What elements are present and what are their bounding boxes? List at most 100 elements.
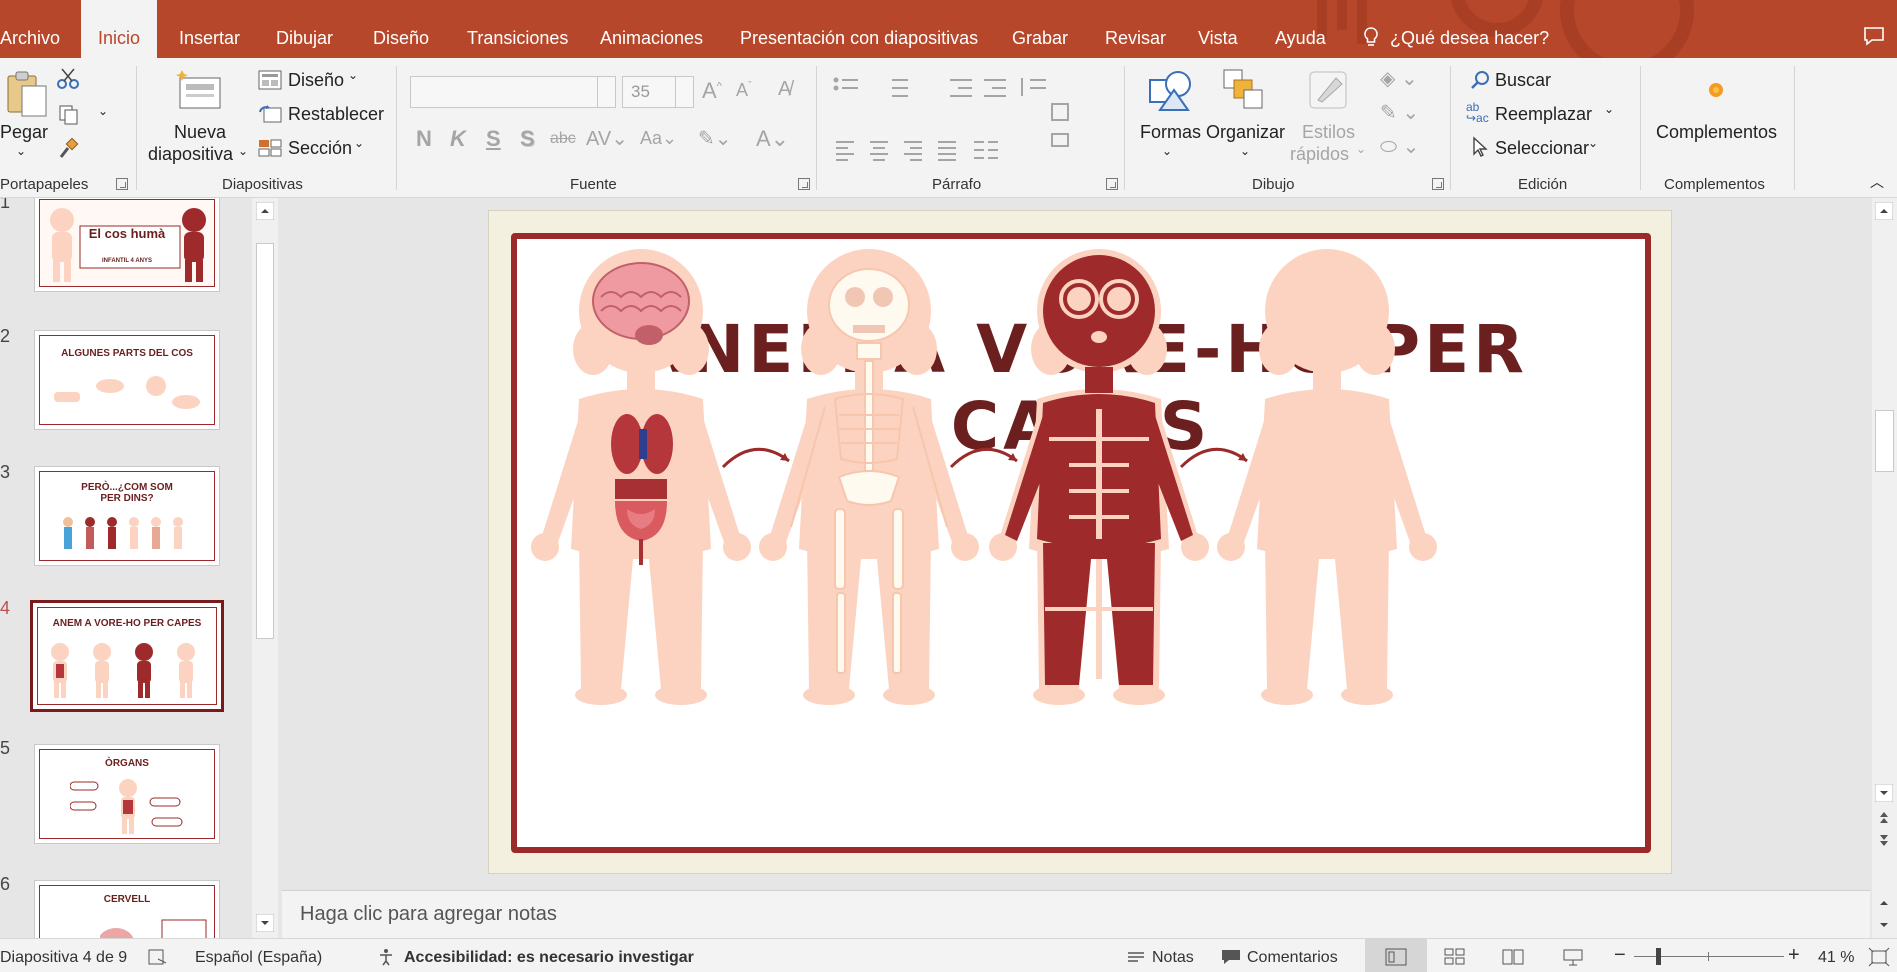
quick-styles-icon[interactable] bbox=[1306, 68, 1352, 114]
shape-effects-icon[interactable]: ⬭ ⌄ bbox=[1380, 134, 1419, 159]
thumbnail-slide-1[interactable]: El cos humà INFANTIL 4 ANYS bbox=[34, 198, 220, 292]
scroll-down-icon[interactable] bbox=[1875, 784, 1893, 802]
comment-icon[interactable] bbox=[1220, 948, 1242, 966]
select-cursor-icon[interactable] bbox=[1470, 136, 1490, 158]
thumbnails-scroll-thumb[interactable] bbox=[256, 243, 274, 639]
spelling-check-icon[interactable] bbox=[148, 949, 168, 965]
zoom-slider-handle[interactable] bbox=[1656, 948, 1661, 965]
section-button[interactable]: Sección bbox=[288, 138, 352, 159]
clear-format-icon[interactable]: A̸ bbox=[778, 78, 791, 101]
tab-archivo[interactable]: Archivo bbox=[0, 0, 66, 58]
paragraph-controls-icon[interactable] bbox=[832, 74, 1082, 174]
copy-icon[interactable] bbox=[58, 104, 80, 126]
addins-button[interactable]: Complementos bbox=[1656, 122, 1777, 143]
arrange-chevron-icon[interactable]: ⌄ bbox=[1240, 144, 1250, 158]
quick-styles-label-2[interactable]: rápidos bbox=[1290, 144, 1349, 165]
slide-scroll-thumb[interactable] bbox=[1875, 410, 1894, 472]
slide-canvas[interactable]: ANEM A VORE-HO PER CAPES bbox=[488, 210, 1672, 874]
notes-scroll-up-icon[interactable] bbox=[1875, 894, 1893, 912]
tab-animaciones[interactable]: Animaciones bbox=[600, 0, 703, 58]
zoom-level[interactable]: 41 % bbox=[1818, 949, 1854, 967]
collapse-ribbon-icon[interactable]: ︿ bbox=[1870, 172, 1884, 192]
scroll-up-icon[interactable] bbox=[256, 202, 274, 220]
search-icon[interactable] bbox=[1470, 70, 1490, 90]
quick-styles-chevron-icon[interactable]: ⌄ bbox=[1356, 142, 1366, 156]
tab-ayuda[interactable]: Ayuda bbox=[1275, 0, 1326, 58]
change-case-icon[interactable]: Aa⌄ bbox=[640, 128, 677, 149]
italic-button[interactable]: K bbox=[450, 126, 466, 152]
notes-icon[interactable] bbox=[1126, 949, 1146, 965]
shapes-icon[interactable] bbox=[1148, 68, 1194, 112]
thumbnail-slide-4[interactable]: ANEM A VORE-HO PER CAPES bbox=[30, 600, 224, 712]
addins-icon[interactable] bbox=[1706, 80, 1726, 100]
paste-icon[interactable] bbox=[4, 68, 50, 118]
tab-grabar[interactable]: Grabar bbox=[1012, 0, 1068, 58]
select-chevron-icon[interactable]: ⌄ bbox=[1588, 136, 1598, 150]
thumbnail-slide-6[interactable]: CERVELL bbox=[34, 880, 220, 938]
new-slide-label-1[interactable]: Nueva bbox=[174, 122, 226, 143]
font-dialog-launcher[interactable] bbox=[798, 178, 810, 190]
select-button[interactable]: Seleccionar bbox=[1495, 138, 1589, 159]
quick-styles-label-1[interactable]: Estilos bbox=[1302, 122, 1355, 143]
new-slide-icon[interactable] bbox=[174, 68, 224, 112]
tab-vista[interactable]: Vista bbox=[1198, 0, 1238, 58]
layout-chevron-icon[interactable]: ⌄ bbox=[348, 68, 358, 82]
notes-placeholder[interactable]: Haga clic para agregar notas bbox=[300, 903, 557, 926]
new-slide-label-2[interactable]: diapositiva bbox=[148, 144, 233, 165]
tab-transiciones[interactable]: Transiciones bbox=[467, 0, 568, 58]
format-painter-icon[interactable] bbox=[58, 138, 80, 160]
tab-dibujar[interactable]: Dibujar bbox=[276, 0, 333, 58]
bold-button[interactable]: N bbox=[416, 126, 432, 152]
new-slide-chevron-icon[interactable]: ⌄ bbox=[238, 144, 248, 158]
character-spacing-icon[interactable]: AV⌄ bbox=[586, 126, 628, 151]
accessibility-icon[interactable] bbox=[378, 948, 398, 966]
thumbnail-slide-2[interactable]: ALGUNES PARTS DEL COS bbox=[34, 330, 220, 430]
font-name-combo[interactable] bbox=[410, 76, 616, 108]
thumbnails-scrollbar[interactable] bbox=[252, 198, 278, 938]
comments-icon[interactable] bbox=[1863, 26, 1885, 46]
reading-view-icon[interactable] bbox=[1502, 948, 1524, 966]
strikethrough-button[interactable]: abc bbox=[550, 130, 576, 148]
normal-view-icon[interactable] bbox=[1385, 948, 1407, 966]
section-icon[interactable] bbox=[258, 138, 282, 158]
highlight-icon[interactable]: ✎⌄ bbox=[698, 126, 732, 151]
layout-icon[interactable] bbox=[258, 70, 282, 90]
accessibility-status[interactable]: Accesibilidad: es necesario investigar bbox=[404, 949, 694, 967]
replace-button[interactable]: Reemplazar bbox=[1495, 104, 1592, 125]
arrange-icon[interactable] bbox=[1222, 68, 1268, 112]
tab-inicio[interactable]: Inicio bbox=[81, 0, 157, 58]
clipboard-dialog-launcher[interactable] bbox=[116, 178, 128, 190]
tab-insertar[interactable]: Insertar bbox=[179, 0, 240, 58]
font-color-icon[interactable]: A⌄ bbox=[756, 126, 789, 152]
body-layers-illustration[interactable] bbox=[517, 239, 1645, 847]
tell-me-search[interactable]: ¿Qué desea hacer? bbox=[1362, 0, 1549, 58]
arrange-button[interactable]: Organizar bbox=[1206, 122, 1285, 143]
reset-icon[interactable] bbox=[258, 104, 282, 124]
paste-chevron-icon[interactable]: ⌄ bbox=[16, 144, 26, 158]
thumbnail-slide-5[interactable]: ÒRGANS bbox=[34, 744, 220, 844]
comments-toggle[interactable]: Comentarios bbox=[1247, 949, 1338, 967]
tab-diseno[interactable]: Diseño bbox=[373, 0, 429, 58]
zoom-out-button[interactable]: − bbox=[1614, 944, 1626, 967]
scroll-down-icon[interactable] bbox=[256, 914, 274, 932]
underline-button[interactable]: S bbox=[486, 126, 501, 152]
shape-outline-icon[interactable]: ✎ ⌄ bbox=[1380, 100, 1419, 125]
tab-revisar[interactable]: Revisar bbox=[1105, 0, 1166, 58]
current-slide[interactable]: ANEM A VORE-HO PER CAPES bbox=[511, 233, 1651, 853]
section-chevron-icon[interactable]: ⌄ bbox=[354, 136, 364, 150]
shapes-button[interactable]: Formas bbox=[1140, 122, 1201, 143]
next-slide-icon[interactable] bbox=[1875, 832, 1893, 850]
slideshow-icon[interactable] bbox=[1562, 948, 1584, 966]
fit-slide-icon[interactable] bbox=[1868, 947, 1890, 967]
notes-pane[interactable]: Haga clic para agregar notas bbox=[282, 890, 1870, 938]
drawing-dialog-launcher[interactable] bbox=[1432, 178, 1444, 190]
notes-toggle[interactable]: Notas bbox=[1152, 949, 1194, 967]
font-size-combo[interactable]: 35 bbox=[622, 76, 694, 108]
zoom-in-button[interactable]: + bbox=[1788, 944, 1800, 967]
shapes-chevron-icon[interactable]: ⌄ bbox=[1162, 144, 1172, 158]
grow-font-icon[interactable]: A^ bbox=[702, 78, 722, 104]
replace-icon[interactable]: ab ↪ac bbox=[1466, 101, 1489, 124]
slide-scrollbar[interactable] bbox=[1872, 198, 1897, 938]
notes-scroll-down-icon[interactable] bbox=[1875, 916, 1893, 934]
scroll-up-icon[interactable] bbox=[1875, 202, 1893, 220]
